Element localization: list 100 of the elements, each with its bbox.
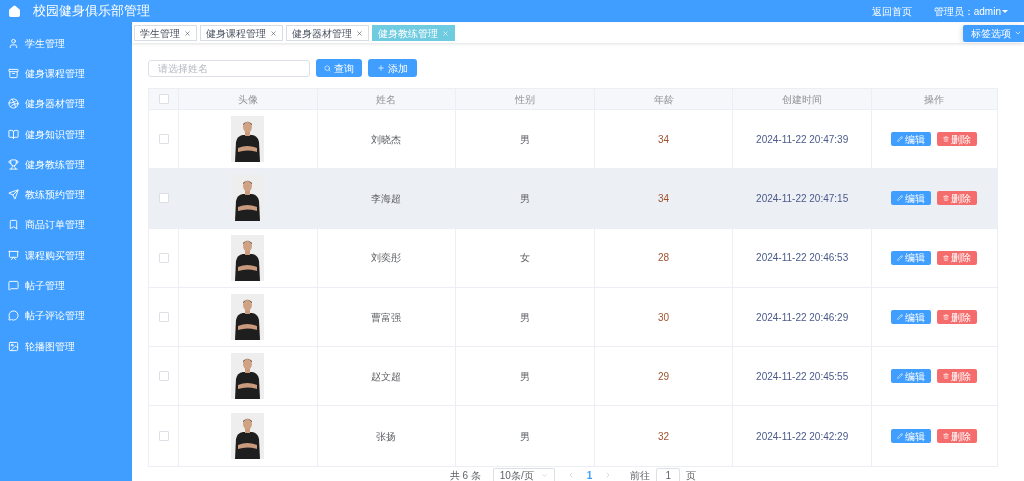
table-cell-text: 32 [658,429,670,444]
table-cell-text: 男 [520,429,530,444]
trash-icon [943,254,950,261]
page-tab[interactable]: 健身器材管理 [286,25,369,41]
user-icon [8,37,19,49]
pencil-icon [897,136,904,143]
image-icon [8,340,19,352]
close-icon[interactable] [356,29,363,37]
row-checkbox[interactable] [158,252,169,263]
table-cell-text: 2024-11-22 20:46:53 [756,251,849,266]
table-row[interactable]: 李海超 男 34 2024-11-22 20:47:15 编辑 删除 [149,169,997,229]
archive-icon [8,67,19,79]
page-size-select[interactable]: 10条/页 [492,467,555,481]
table-row[interactable]: 刘晓杰 男 34 2024-11-22 20:47:39 编辑 删除 [149,110,997,170]
delete-button[interactable]: 删除 [937,132,978,147]
total-count: 共 6 条 [449,468,481,481]
sidebar-item[interactable]: 帖子管理 [0,270,132,301]
page-tab[interactable]: 健身教练管理 [372,25,455,41]
row-checkbox[interactable] [158,371,169,382]
pencil-icon [897,254,904,261]
table-row[interactable]: 赵文超 男 29 2024-11-22 20:45:55 编辑 删除 [149,347,997,407]
edit-button[interactable]: 编辑 [891,429,932,444]
row-checkbox[interactable] [158,312,169,323]
home-link[interactable]: 返回首页 [871,3,912,19]
table-cell-text: 29 [658,369,670,384]
user-menu[interactable]: 管理员：admin [933,3,1008,19]
table-cell-text: 男 [520,369,530,384]
sidebar-item[interactable]: 健身知识管理 [0,118,132,150]
pencil-icon [897,314,904,321]
table-cell-text: 2024-11-22 20:46:29 [756,310,849,325]
page-tab[interactable]: 健身课程管理 [200,25,283,41]
table-cell-text: 2024-11-22 20:47:15 [756,191,849,206]
edit-button[interactable]: 编辑 [891,369,932,384]
trash-icon [943,136,950,143]
page-tab[interactable]: 学生管理 [134,25,197,41]
page-input[interactable]: 1 [656,467,681,481]
delete-button[interactable]: 删除 [937,191,978,206]
pencil-icon [897,433,904,440]
trash-icon [943,314,950,321]
sidebar-item[interactable]: 教练预约管理 [0,179,132,210]
search-button[interactable]: 查询 [316,59,362,77]
table-cell-text: 男 [520,191,530,206]
sidebar-item[interactable]: 帖子评论管理 [0,300,132,331]
column-header: 性别 [515,92,535,107]
row-checkbox[interactable] [158,431,169,442]
edit-button[interactable]: 编辑 [891,132,932,147]
table-cell-text: 刘晓杰 [371,132,402,147]
trash-icon [943,433,950,440]
close-icon[interactable] [270,29,277,37]
column-header: 操作 [924,92,945,107]
delete-button[interactable]: 删除 [937,429,978,444]
add-button[interactable]: 添加 [368,59,417,77]
pencil-icon [897,195,904,202]
trophy-icon [8,158,19,170]
page-suffix: 页 [686,468,697,481]
ball-icon [8,98,19,110]
name-search-field[interactable]: 请选择姓名 [148,59,310,77]
table-cell-text: 女 [520,251,530,266]
sidebar-item[interactable]: 健身教练管理 [0,149,132,180]
page-number[interactable]: 1 [586,467,593,481]
table-cell-text: 2024-11-22 20:47:39 [756,132,849,147]
delete-button[interactable]: 删除 [937,369,978,384]
trash-icon [943,195,950,202]
table-cell-text: 28 [658,251,670,266]
table-cell-text: 30 [658,310,670,325]
tab-options-button[interactable]: 标签选项 [963,24,1024,42]
caret-icon [1002,9,1008,13]
sidebar-item[interactable]: 课程购买管理 [0,240,132,271]
row-checkbox[interactable] [158,134,169,145]
sidebar-item[interactable]: 健身器材管理 [0,88,132,119]
goto-label: 前往 [630,468,651,481]
sidebar-item[interactable]: 健身课程管理 [0,58,132,89]
select-all-checkbox[interactable] [158,94,169,104]
sidebar-item[interactable]: 轮播图管理 [0,330,132,362]
edit-button[interactable]: 编辑 [891,310,932,325]
edit-button[interactable]: 编辑 [891,250,932,265]
delete-button[interactable]: 删除 [937,310,978,325]
trash-icon [943,373,950,380]
table-cell-text: 34 [658,191,670,206]
search-icon [324,64,331,72]
table-cell-text: 刘奕彤 [371,251,402,266]
book-icon [8,128,19,140]
chat-icon [8,310,19,322]
delete-button[interactable]: 删除 [937,250,978,265]
board-icon [8,249,19,261]
column-header: 姓名 [376,92,397,107]
column-header: 年龄 [653,92,674,107]
table-row[interactable]: 曹富强 男 30 2024-11-22 20:46:29 编辑 删除 [149,287,997,348]
app-title: 校园健身俱乐部管理 [33,2,150,21]
chevron-down-icon [540,471,548,479]
table-cell-text: 2024-11-22 20:45:55 [756,369,849,384]
sidebar-item[interactable]: 商品订单管理 [0,209,132,241]
edit-button[interactable]: 编辑 [891,191,932,206]
table-cell-text: 张扬 [376,429,397,444]
sidebar-item[interactable]: 学生管理 [0,28,132,59]
table-cell-text: 34 [658,132,670,147]
home-icon[interactable] [8,4,21,18]
row-checkbox[interactable] [158,193,169,204]
close-icon[interactable] [184,29,191,37]
table-row[interactable]: 刘奕彤 女 28 2024-11-22 20:46:53 编辑 删除 [149,228,997,288]
